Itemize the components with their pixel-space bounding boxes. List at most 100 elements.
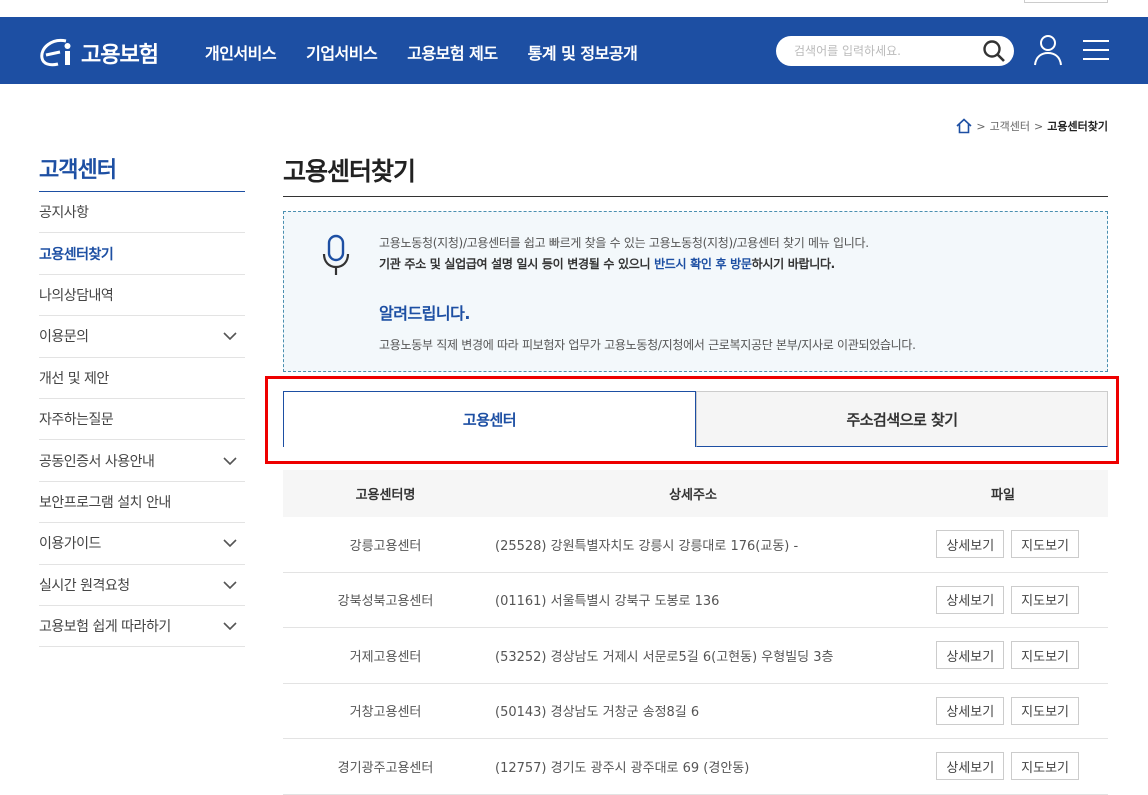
nav-system[interactable]: 고용보험 제도 xyxy=(407,40,498,64)
site-logo[interactable]: 고용보험 xyxy=(38,37,159,69)
notice-warning-pre: 기관 주소 및 실업급여 설명 일시 등이 변경될 수 있으니 xyxy=(379,257,655,271)
sidebar-item[interactable]: 실시간 원격요청 xyxy=(39,565,245,606)
table-row: 경기광주고용센터 (12757) 경기도 광주시 광주대로 69 (경안동) 상세보… xyxy=(283,739,1108,795)
breadcrumb-item-current: 고용센터찾기 xyxy=(1047,120,1108,133)
microphone-icon xyxy=(322,234,350,275)
center-address-cell: (12757) 경기도 광주시 광주대로 69 (경안동) xyxy=(495,760,750,776)
map-button[interactable]: 지도보기 xyxy=(1011,530,1079,559)
center-table: 고용센터명 상세주소 파일 강릉고용센터 (25528) 강원특별자치도 강릉시 … xyxy=(283,470,1108,795)
detail-button[interactable]: 상세보기 xyxy=(936,530,1005,559)
logo-text: 고용보험 xyxy=(81,43,159,68)
sidebar-item-label: 이용가이드 xyxy=(39,536,101,553)
sidebar-item[interactable]: 자주하는질문 xyxy=(39,399,245,441)
map-button[interactable]: 지도보기 xyxy=(1011,585,1079,614)
file-cell: 상세보기 지도보기 xyxy=(898,641,1108,670)
tab-employment-center[interactable]: 고용센터 xyxy=(283,391,696,447)
top-utility-bar xyxy=(0,0,1148,17)
sidebar-item-label: 보안프로그램 설치 안내 xyxy=(39,494,171,511)
chevron-down-icon[interactable] xyxy=(223,581,237,589)
table-row: 거창고용센터 (50143) 경상남도 거창군 송정8길 6 상세보기 지도보기 xyxy=(283,684,1108,739)
breadcrumb-separator: > xyxy=(976,119,986,133)
sidebar-menu: 공지사항고용센터찾기나의상담내역이용문의개선 및 제안자주하는질문공동인증서 사… xyxy=(39,192,245,648)
center-address-cell: (25528) 강원특별자치도 강릉시 강릉대로 176(교동) - xyxy=(495,538,799,554)
sidebar-item[interactable]: 공지사항 xyxy=(39,192,245,234)
global-header: 고용보험 개인서비스 기업서비스 고용보험 제도 통계 및 정보공개 xyxy=(0,17,1148,84)
sidebar-title: 고객센터 xyxy=(39,152,245,192)
sidebar-item[interactable]: 이용문의 xyxy=(39,316,245,358)
sidebar-item-label: 나의상담내역 xyxy=(39,287,114,304)
main-content: 고용센터찾기 고용노동청(지청)/고용센터를 쉽고 빠르게 찾을 수 있는 고용… xyxy=(265,152,1119,795)
nav-business[interactable]: 기업서비스 xyxy=(306,40,378,64)
breadcrumb-item-customer-center[interactable]: 고객센터 xyxy=(990,118,1030,134)
home-icon[interactable] xyxy=(956,118,972,134)
breadcrumb-separator: > xyxy=(1034,119,1044,133)
logo-mark-icon xyxy=(40,38,71,67)
user-icon[interactable] xyxy=(1034,34,1062,66)
file-cell: 상세보기 지도보기 xyxy=(898,585,1108,614)
center-name-cell: 강릉고용센터 xyxy=(349,538,422,554)
column-header-address: 상세주소 xyxy=(669,488,717,503)
chevron-down-icon[interactable] xyxy=(223,622,237,631)
sidebar-item-label: 개선 및 제안 xyxy=(39,370,109,387)
file-cell: 상세보기 지도보기 xyxy=(898,530,1108,559)
center-address-cell: (01161) 서울특별시 강북구 도봉로 136 xyxy=(495,594,720,610)
table-row: 강북성북고용센터 (01161) 서울특별시 강북구 도봉로 136 상세보기 지도보… xyxy=(283,573,1108,628)
sidebar-item[interactable]: 이용가이드 xyxy=(39,523,245,565)
center-address-cell: (53252) 경상남도 거제시 서문로5길 6(고현동) 우형빌딩 3층 xyxy=(495,649,834,665)
search-box xyxy=(776,36,1014,66)
nav-statistics[interactable]: 통계 및 정보공개 xyxy=(528,40,638,64)
search-input[interactable] xyxy=(794,42,974,60)
column-header-name: 고용센터명 xyxy=(355,488,416,503)
table-header: 고용센터명 상세주소 파일 xyxy=(283,470,1108,517)
utility-links xyxy=(1024,0,1108,3)
chevron-down-icon[interactable] xyxy=(223,332,237,341)
nav-personal[interactable]: 개인서비스 xyxy=(205,40,277,64)
detail-button[interactable]: 상세보기 xyxy=(936,752,1005,781)
notice-box: 고용노동청(지청)/고용센터를 쉽고 빠르게 찾을 수 있는 고용노동청(지청)… xyxy=(283,211,1108,372)
file-cell: 상세보기 지도보기 xyxy=(898,696,1108,725)
notice-intro: 고용노동청(지청)/고용센터를 쉽고 빠르게 찾을 수 있는 고용노동청(지청)… xyxy=(379,236,869,250)
search-icon[interactable] xyxy=(982,39,1006,63)
map-button[interactable]: 지도보기 xyxy=(1011,696,1079,725)
file-cell: 상세보기 지도보기 xyxy=(898,752,1108,781)
sidebar-item-label: 실시간 원격요청 xyxy=(39,577,130,594)
sidebar-item-label: 공동인증서 사용안내 xyxy=(39,453,155,470)
table-body: 강릉고용센터 (25528) 강원특별자치도 강릉시 강릉대로 176(교동) -… xyxy=(283,517,1108,795)
menu-icon[interactable] xyxy=(1083,39,1109,61)
sidebar-item-label: 자주하는질문 xyxy=(39,412,114,429)
sidebar-item-label: 공지사항 xyxy=(39,205,89,222)
table-row: 강릉고용센터 (25528) 강원특별자치도 강릉시 강릉대로 176(교동) -… xyxy=(283,517,1108,573)
map-button[interactable]: 지도보기 xyxy=(1011,641,1079,670)
sidebar-item-label: 고용보험 쉽게 따라하기 xyxy=(39,619,171,636)
sidebar-item[interactable]: 고용보험 쉽게 따라하기 xyxy=(39,606,245,648)
detail-button[interactable]: 상세보기 xyxy=(936,585,1005,614)
tab-address-search[interactable]: 주소검색으로 찾기 xyxy=(696,391,1108,447)
center-name-cell: 거제고용센터 xyxy=(349,649,422,665)
page-title: 고용센터찾기 xyxy=(283,152,1108,197)
sidebar-item[interactable]: 나의상담내역 xyxy=(39,275,245,317)
chevron-down-icon[interactable] xyxy=(223,456,237,465)
center-address-cell: (50143) 경상남도 거창군 송정8길 6 xyxy=(495,705,700,721)
sidebar-item[interactable]: 개선 및 제안 xyxy=(39,358,245,399)
sidebar-item[interactable]: 고용센터찾기 xyxy=(39,233,245,275)
table-row: 거제고용센터 (53252) 경상남도 거제시 서문로5길 6(고현동) 우형빌딩… xyxy=(283,628,1108,684)
detail-button[interactable]: 상세보기 xyxy=(936,696,1005,725)
column-header-file: 파일 xyxy=(991,488,1015,503)
map-button[interactable]: 지도보기 xyxy=(1011,752,1079,781)
center-name-cell: 강북성북고용센터 xyxy=(337,594,434,610)
breadcrumb: > 고객센터 > 고용센터찾기 xyxy=(956,118,1108,134)
sidebar: 고객센터 공지사항고용센터찾기나의상담내역이용문의개선 및 제안자주하는질문공동… xyxy=(39,152,245,648)
sidebar-item[interactable]: 보안프로그램 설치 안내 xyxy=(39,482,245,524)
chevron-down-icon[interactable] xyxy=(223,539,237,548)
global-nav: 개인서비스 기업서비스 고용보험 제도 통계 및 정보공개 xyxy=(205,40,638,64)
detail-button[interactable]: 상세보기 xyxy=(936,641,1005,670)
center-name-cell: 거창고용센터 xyxy=(349,705,422,721)
notice-warning: 기관 주소 및 실업급여 설명 일시 등이 변경될 수 있으니 반드시 확인 후… xyxy=(379,255,835,272)
sidebar-item[interactable]: 공동인증서 사용안내 xyxy=(39,440,245,482)
sidebar-item-label: 고용센터찾기 xyxy=(39,246,114,263)
notice-warning-highlight: 반드시 확인 후 방문 xyxy=(654,257,752,271)
sidebar-item-label: 이용문의 xyxy=(39,329,89,346)
notice-warning-post: 하시기 바랍니다. xyxy=(751,257,836,271)
center-name-cell: 경기광주고용센터 xyxy=(337,760,434,776)
notice-transfer-info: 고용노동부 직제 변경에 따라 피보험자 업무가 고용노동청/지청에서 근로복지… xyxy=(379,338,916,352)
